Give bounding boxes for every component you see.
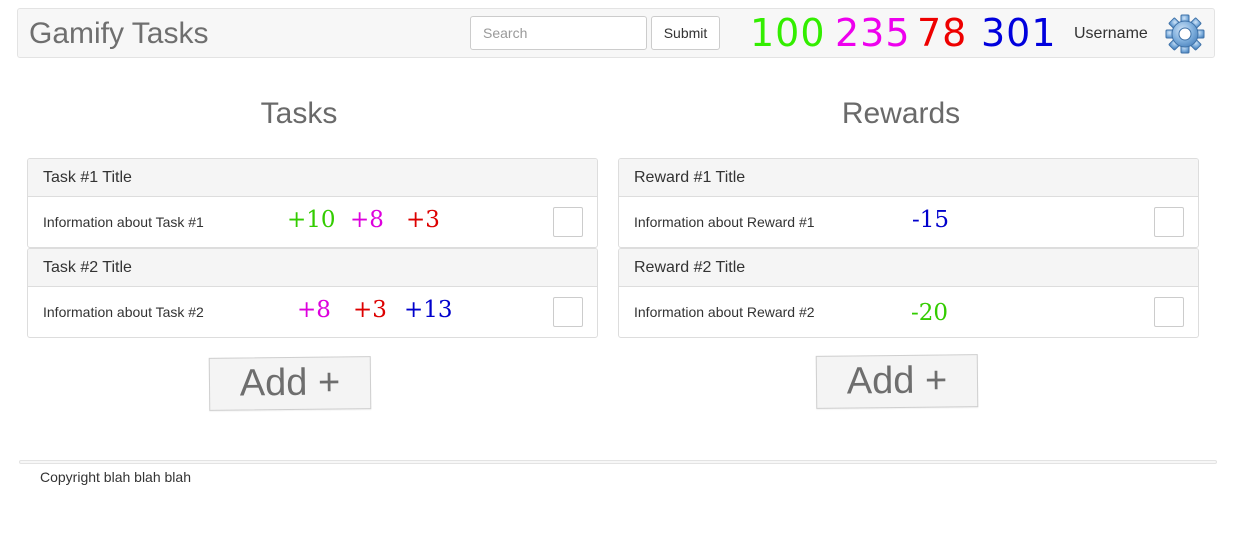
- navbar: Gamify Tasks Submit 100 235 78 301 Usern…: [17, 8, 1215, 58]
- task-title: Task #2 Title: [28, 249, 597, 287]
- reward-info: Information about Reward #2: [634, 304, 815, 320]
- task-panel: Task #1 Title Information about Task #1 …: [27, 158, 598, 248]
- copyright-text: Copyright blah blah blah: [40, 469, 191, 485]
- rewards-heading: Rewards: [841, 97, 961, 130]
- reward-redeem-checkbox[interactable]: [1154, 297, 1184, 327]
- tasks-heading: Tasks: [260, 97, 338, 130]
- add-task-button[interactable]: Add +: [208, 356, 372, 411]
- score-magenta: 235: [835, 11, 911, 55]
- task-points-magenta: +8: [297, 297, 331, 323]
- reward-panel: Reward #2 Title Information about Reward…: [618, 248, 1199, 338]
- task-info: Information about Task #2: [43, 304, 204, 320]
- reward-title: Reward #1 Title: [619, 159, 1198, 197]
- search-input[interactable]: [470, 16, 647, 50]
- submit-button[interactable]: Submit: [651, 16, 720, 50]
- task-points-green: +10: [287, 207, 336, 233]
- reward-title: Reward #2 Title: [619, 249, 1198, 287]
- task-points-magenta: +8: [350, 207, 384, 233]
- username-link[interactable]: Username: [1074, 25, 1148, 43]
- task-panel: Task #2 Title Information about Task #2 …: [27, 248, 598, 338]
- reward-body: Information about Reward #1 -15: [619, 197, 1198, 247]
- score-blue: 301: [981, 11, 1057, 55]
- score-green: 100: [750, 11, 826, 55]
- task-complete-checkbox[interactable]: [553, 297, 583, 327]
- reward-info: Information about Reward #1: [634, 214, 815, 230]
- task-body: Information about Task #1 +10 +8 +3: [28, 197, 597, 247]
- reward-body: Information about Reward #2 -20: [619, 287, 1198, 337]
- reward-cost-blue: -15: [912, 207, 950, 233]
- add-reward-button[interactable]: Add +: [815, 354, 979, 409]
- task-title: Task #1 Title: [28, 159, 597, 197]
- brand-title[interactable]: Gamify Tasks: [29, 18, 209, 50]
- task-points-red: +3: [406, 207, 440, 233]
- task-body: Information about Task #2 +8 +3 +13: [28, 287, 597, 337]
- reward-panel: Reward #1 Title Information about Reward…: [618, 158, 1199, 248]
- task-complete-checkbox[interactable]: [553, 207, 583, 237]
- task-points-blue: +13: [404, 297, 453, 323]
- reward-redeem-checkbox[interactable]: [1154, 207, 1184, 237]
- footer-divider: [19, 460, 1217, 464]
- gear-icon[interactable]: [1164, 13, 1206, 55]
- task-points-red: +3: [353, 297, 387, 323]
- task-info: Information about Task #1: [43, 214, 204, 230]
- reward-cost-green: -20: [911, 300, 949, 326]
- score-red: 78: [917, 11, 968, 55]
